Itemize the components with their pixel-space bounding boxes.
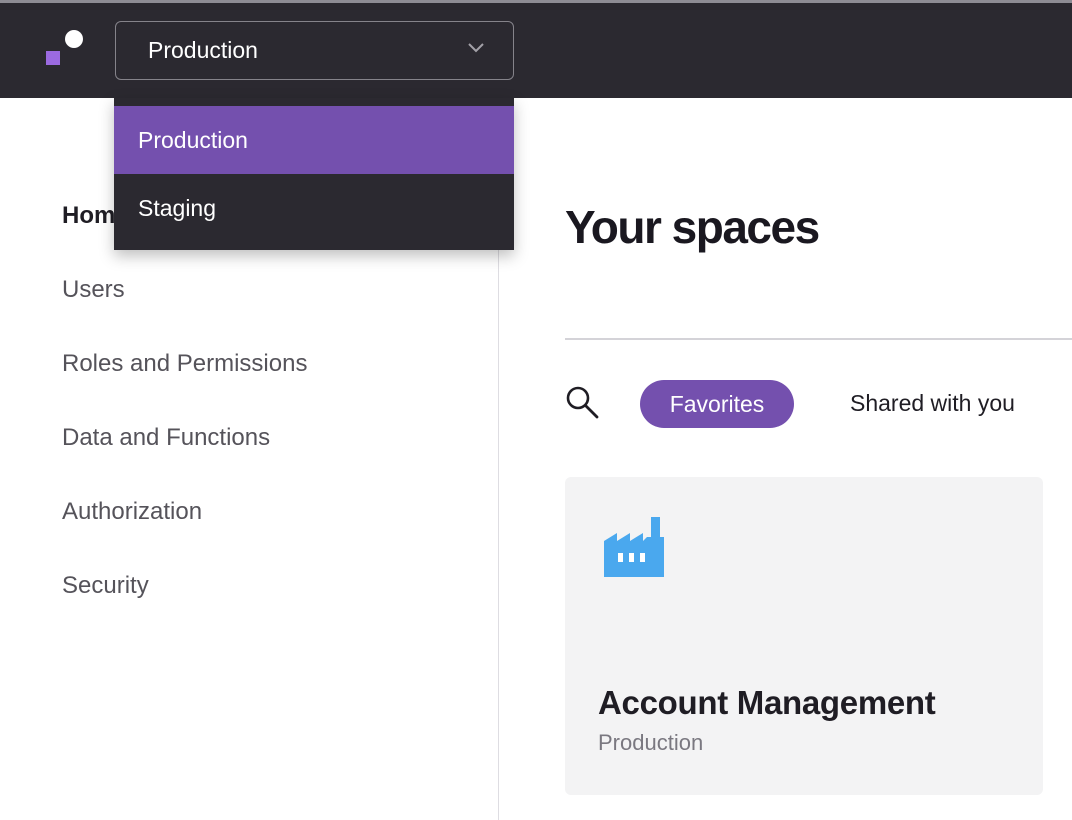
top-bar: Production: [0, 0, 1072, 98]
sidebar-item-security[interactable]: Security: [62, 572, 149, 600]
environment-dropdown-menu: Production Staging: [114, 98, 514, 250]
environment-option-production[interactable]: Production: [114, 106, 514, 174]
sidebar-item-authorization[interactable]: Authorization: [62, 498, 202, 526]
environment-option-staging[interactable]: Staging: [114, 174, 514, 242]
sidebar-item-users[interactable]: Users: [62, 276, 125, 304]
environment-select[interactable]: Production: [115, 21, 514, 80]
environment-select-value: Production: [148, 37, 258, 63]
sidebar-item-data-and-functions[interactable]: Data and Functions: [62, 424, 270, 452]
filter-favorites[interactable]: Favorites: [640, 380, 794, 428]
chevron-down-icon: [468, 43, 484, 53]
space-card-environment: Production: [598, 730, 704, 755]
space-card-name: Account Management: [598, 684, 936, 721]
filter-shared-with-you[interactable]: Shared with you: [850, 390, 1015, 417]
logo-square: [46, 51, 60, 65]
search-icon[interactable]: [564, 384, 600, 420]
factory-icon: [604, 517, 664, 577]
space-card[interactable]: Account Management Production: [565, 477, 1043, 795]
app-logo[interactable]: [44, 29, 84, 69]
divider: [565, 338, 1072, 340]
page-title: Your spaces: [565, 201, 820, 253]
logo-dot: [65, 30, 83, 48]
sidebar-item-roles-and-permissions[interactable]: Roles and Permissions: [62, 350, 307, 378]
